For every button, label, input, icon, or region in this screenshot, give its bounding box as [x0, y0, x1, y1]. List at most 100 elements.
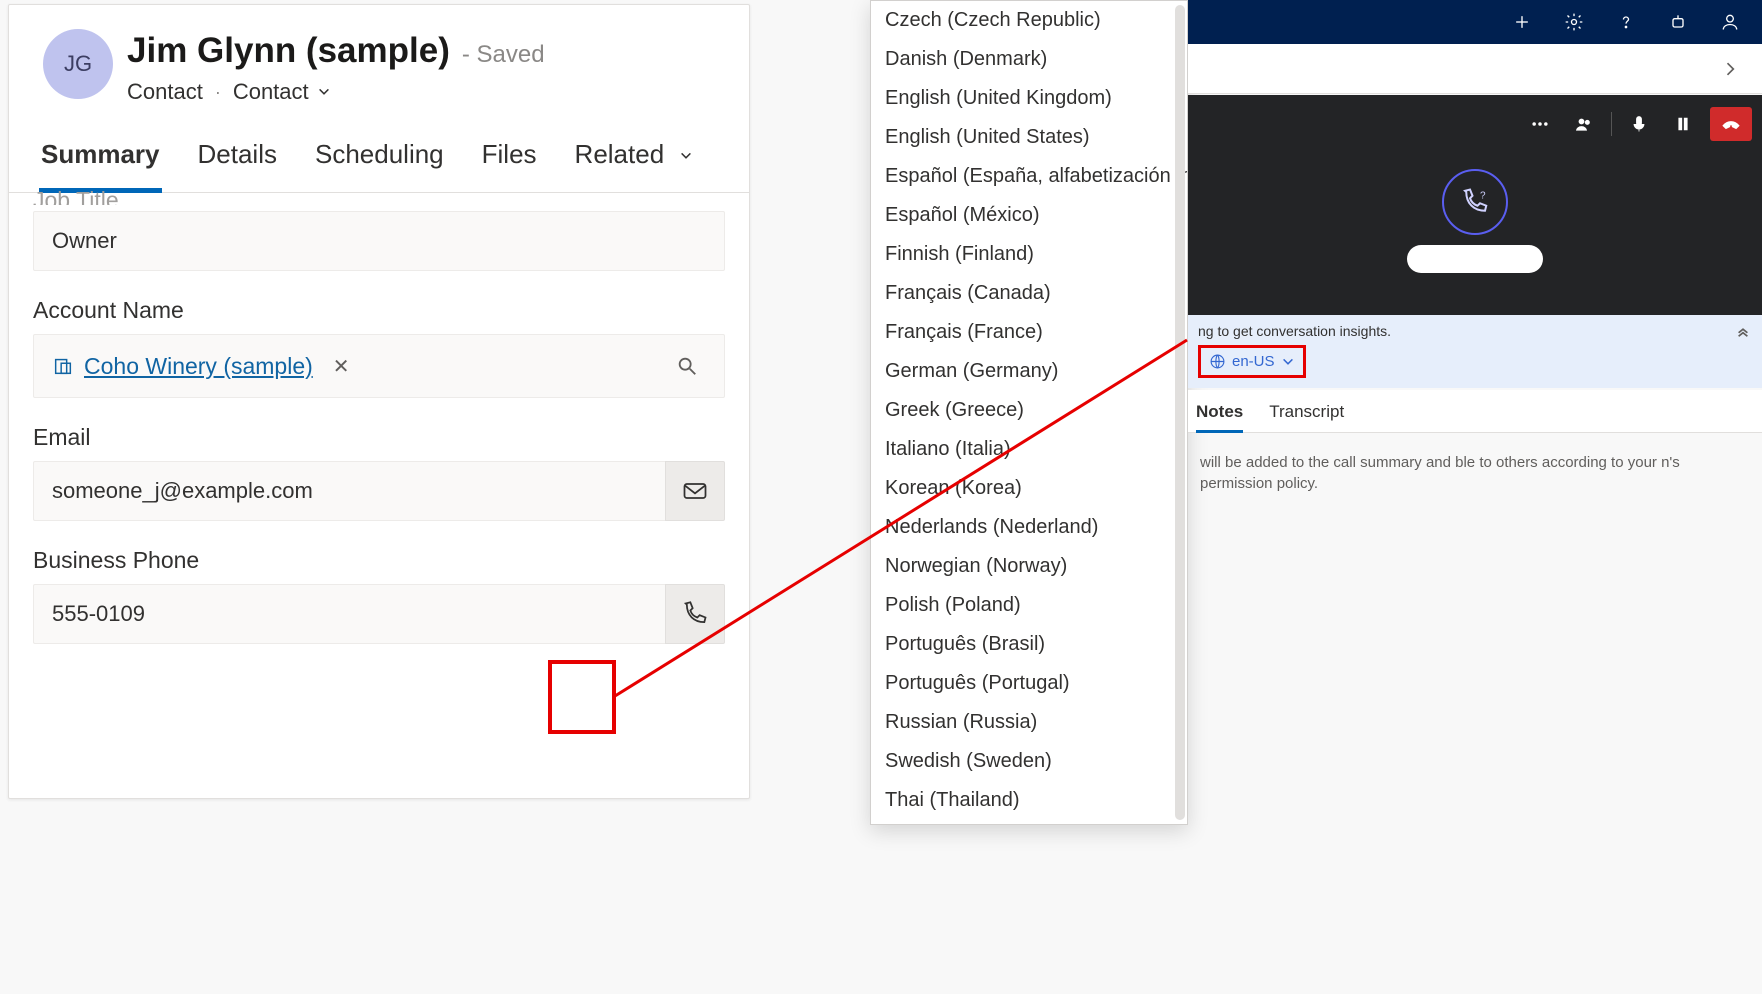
pause-icon [1673, 114, 1693, 134]
tab-files[interactable]: Files [480, 129, 539, 192]
mail-icon [681, 477, 709, 505]
contact-panel: JG Jim Glynn (sample) - Saved Contact · … [8, 4, 750, 799]
contact-header: JG Jim Glynn (sample) - Saved Contact · … [9, 5, 749, 113]
chevron-down-icon [1281, 355, 1295, 369]
tab-summary[interactable]: Summary [39, 129, 162, 192]
profile-button[interactable] [1708, 0, 1752, 44]
language-option[interactable]: Danish (Denmark) [871, 40, 1187, 79]
hold-button[interactable] [1666, 107, 1700, 141]
insight-bar: ng to get conversation insights. en-US [1188, 315, 1762, 388]
chevron-down-icon [679, 149, 693, 163]
phone-icon [681, 600, 709, 628]
help-button[interactable] [1604, 0, 1648, 44]
entity-form-dropdown[interactable]: Contact [233, 79, 331, 105]
question-icon [1616, 12, 1636, 32]
mute-button[interactable] [1622, 107, 1656, 141]
tab-related-label: Related [575, 139, 665, 169]
account-link[interactable]: Coho Winery (sample) [84, 353, 313, 380]
language-option[interactable]: Korean (Korea) [871, 469, 1187, 508]
tab-related[interactable]: Related [573, 129, 696, 192]
collapse-insight-button[interactable] [1734, 324, 1752, 338]
language-option[interactable]: Russian (Russia) [871, 703, 1187, 742]
language-selector[interactable]: en-US [1198, 345, 1306, 378]
insight-text: ng to get conversation insights. [1198, 323, 1391, 339]
language-option[interactable]: English (United Kingdom) [871, 79, 1187, 118]
chevron-right-icon [1720, 59, 1740, 79]
phone-question-icon: ? [1460, 187, 1490, 217]
language-option[interactable]: Finnish (Finland) [871, 235, 1187, 274]
language-option[interactable]: Thai (Thailand) [871, 781, 1187, 820]
caller-name-redacted [1407, 245, 1543, 273]
language-option[interactable]: English (United States) [871, 118, 1187, 157]
language-option[interactable]: Greek (Greece) [871, 391, 1187, 430]
email-label: Email [33, 424, 725, 451]
tab-scheduling[interactable]: Scheduling [313, 129, 446, 192]
chevron-down-icon [317, 85, 331, 99]
language-option[interactable]: Turkish (Turkey) [871, 820, 1187, 825]
language-option[interactable]: Polish (Poland) [871, 586, 1187, 625]
call-tabs: Notes Transcript [1188, 390, 1762, 433]
account-entity-icon [52, 355, 74, 377]
globe-icon [1209, 353, 1226, 370]
form-area: Job Title Owner Account Name Coho Winery… [9, 187, 749, 674]
add-button[interactable] [1500, 0, 1544, 44]
expand-panel-button[interactable] [1708, 47, 1752, 91]
settings-button[interactable] [1552, 0, 1596, 44]
language-option[interactable]: Italiano (Italia) [871, 430, 1187, 469]
bot-icon [1668, 12, 1688, 32]
language-option[interactable]: Swedish (Sweden) [871, 742, 1187, 781]
call-controls [1523, 107, 1752, 141]
entity-form-label: Contact [233, 79, 309, 105]
gear-icon [1564, 12, 1584, 32]
hangup-button[interactable] [1710, 107, 1752, 141]
avatar: JG [43, 29, 113, 99]
person-icon [1720, 12, 1740, 32]
record-tabs: Summary Details Scheduling Files Related [9, 113, 749, 193]
language-option[interactable]: Czech (Czech Republic) [871, 1, 1187, 40]
language-option[interactable]: Français (France) [871, 313, 1187, 352]
business-phone-input[interactable]: 555-0109 [33, 584, 665, 644]
chevron-double-up-icon [1736, 324, 1750, 338]
tab-transcript[interactable]: Transcript [1269, 398, 1344, 432]
entity-type-label: Contact [127, 79, 203, 105]
email-input[interactable]: someone_j@example.com [33, 461, 665, 521]
language-option[interactable]: Norwegian (Norway) [871, 547, 1187, 586]
divider [1611, 112, 1612, 136]
participants-button[interactable] [1567, 107, 1601, 141]
more-button[interactable] [1523, 107, 1557, 141]
job-title-input[interactable]: Owner [33, 211, 725, 271]
language-option[interactable]: Português (Portugal) [871, 664, 1187, 703]
account-name-lookup[interactable]: Coho Winery (sample) ✕ [33, 334, 725, 398]
language-options: Czech (Czech Republic)Danish (Denmark)En… [871, 1, 1187, 825]
language-option[interactable]: Português (Brasil) [871, 625, 1187, 664]
notes-hint: will be added to the call summary and bl… [1188, 430, 1762, 516]
language-option[interactable]: German (Germany) [871, 352, 1187, 391]
language-option[interactable]: Français (Canada) [871, 274, 1187, 313]
clear-lookup-button[interactable]: ✕ [333, 354, 350, 379]
lookup-search-button[interactable] [664, 345, 710, 387]
language-dropdown[interactable]: Czech (Czech Republic)Danish (Denmark)En… [870, 0, 1188, 825]
language-option[interactable]: Nederlands (Nederland) [871, 508, 1187, 547]
saved-indicator: - Saved [462, 41, 545, 69]
title-block: Jim Glynn (sample) - Saved Contact · Con… [127, 29, 721, 105]
tab-details[interactable]: Details [196, 129, 279, 192]
account-lookup-pill[interactable]: Coho Winery (sample) ✕ [48, 349, 354, 384]
call-avatar: ? [1442, 169, 1508, 235]
language-option[interactable]: Español (México) [871, 196, 1187, 235]
contact-name: Jim Glynn (sample) [127, 31, 450, 71]
search-icon [676, 355, 698, 377]
scrollbar[interactable] [1175, 5, 1185, 820]
plus-icon [1512, 12, 1532, 32]
language-option[interactable]: Español (España, alfabetización internac… [871, 157, 1187, 196]
tab-notes[interactable]: Notes [1196, 398, 1243, 432]
mic-icon [1629, 114, 1649, 134]
send-email-button[interactable] [665, 461, 725, 521]
call-panel: ? [1188, 95, 1762, 315]
business-phone-label: Business Phone [33, 547, 725, 574]
assist-button[interactable] [1656, 0, 1700, 44]
ellipsis-icon [1530, 114, 1550, 134]
app-top-bar [1188, 0, 1762, 44]
sub-bar [1188, 44, 1762, 94]
account-name-label: Account Name [33, 297, 725, 324]
call-phone-button[interactable] [665, 584, 725, 644]
